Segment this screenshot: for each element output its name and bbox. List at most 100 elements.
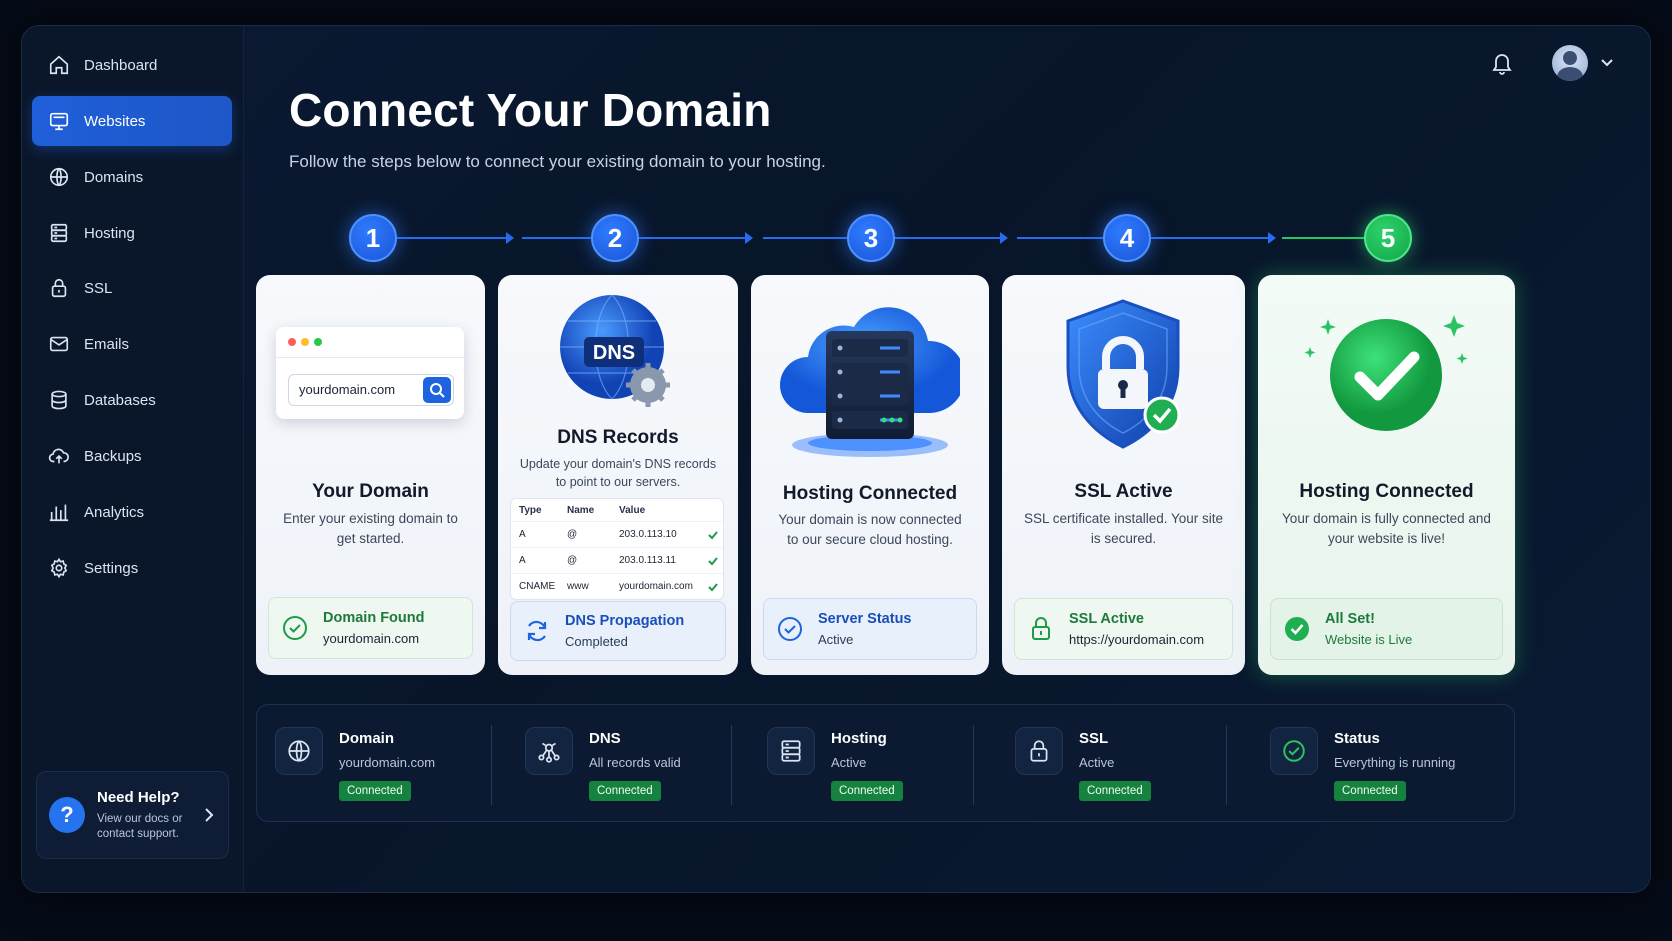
sidebar-item-ssl[interactable]: SSL bbox=[32, 263, 232, 313]
status-title: All Set! bbox=[1325, 611, 1375, 627]
sidebar-item-analytics[interactable]: Analytics bbox=[32, 487, 232, 537]
check-circle-icon bbox=[778, 617, 802, 641]
help-subtitle: View our docs or contact support. bbox=[97, 812, 183, 840]
help-title: Need Help? bbox=[97, 788, 180, 806]
database-icon bbox=[51, 390, 67, 410]
server-icon bbox=[50, 223, 68, 243]
sidebar-item-label: Backups bbox=[84, 447, 142, 465]
table-header: Type Name Value bbox=[519, 504, 646, 516]
summary-subtitle: Active bbox=[1079, 755, 1115, 770]
step-1[interactable]: 1 bbox=[349, 214, 397, 262]
sidebar-item-databases[interactable]: Databases bbox=[32, 375, 232, 425]
success-check-icon bbox=[1304, 315, 1468, 431]
step-3[interactable]: 3 bbox=[847, 214, 895, 262]
sidebar: Dashboard Websites Domains Hosting SSL E… bbox=[22, 26, 244, 892]
live-status: All Set! Website is Live bbox=[1270, 598, 1503, 660]
shield-lock-icon bbox=[1066, 299, 1181, 449]
sidebar-item-settings[interactable]: Settings bbox=[32, 543, 232, 593]
summary-item-domain: Domain yourdomain.com Connected bbox=[257, 705, 492, 821]
table-row: A @ 203.0.113.10 bbox=[511, 521, 723, 547]
search-icon bbox=[430, 383, 445, 398]
step-connector bbox=[895, 237, 1001, 239]
dns-status: DNS Propagation Completed bbox=[510, 601, 726, 661]
sidebar-item-domains[interactable]: Domains bbox=[32, 152, 232, 202]
card-description: Update your domain's DNS records to poin… bbox=[519, 457, 717, 489]
arrow-icon bbox=[506, 232, 514, 244]
lock-icon bbox=[1032, 617, 1050, 640]
card-title: SSL Active bbox=[1074, 481, 1173, 502]
summary-item-hosting: Hosting Active Connected bbox=[749, 705, 974, 821]
card-title: Hosting Connected bbox=[782, 483, 958, 504]
hosting-card: Hosting Connected Your domain is now con… bbox=[751, 275, 989, 675]
status-badge: Connected bbox=[1079, 781, 1151, 801]
bell-icon[interactable] bbox=[1490, 50, 1514, 76]
status-subtitle[interactable]: https://yourdomain.com bbox=[1069, 632, 1204, 647]
summary-title: DNS bbox=[589, 730, 621, 747]
step-connector bbox=[522, 237, 592, 239]
bar-chart-icon bbox=[49, 504, 69, 522]
app-window: Dashboard Websites Domains Hosting SSL E… bbox=[21, 25, 1651, 893]
refresh-icon bbox=[527, 620, 547, 642]
monitor-icon bbox=[49, 112, 69, 131]
domain-status: Domain Found yourdomain.com bbox=[268, 597, 473, 659]
status-subtitle: Completed bbox=[565, 634, 628, 649]
sidebar-item-backups[interactable]: Backups bbox=[32, 431, 232, 481]
sidebar-item-emails[interactable]: Emails bbox=[32, 319, 232, 369]
table-row: CNAME www yourdomain.com bbox=[511, 573, 723, 599]
step-5[interactable]: 5 bbox=[1364, 214, 1412, 262]
summary-subtitle: All records valid bbox=[589, 755, 681, 770]
status-title: Server Status bbox=[818, 611, 912, 627]
step-connector bbox=[639, 237, 746, 239]
table-row: A @ 203.0.113.11 bbox=[511, 547, 723, 573]
home-icon bbox=[49, 55, 69, 75]
card-title: Hosting Connected bbox=[1299, 481, 1474, 502]
step-4[interactable]: 4 bbox=[1103, 214, 1151, 262]
status-badge: Connected bbox=[831, 781, 903, 801]
domain-card: yourdomain.com Your Domain Enter your ex… bbox=[256, 275, 485, 675]
help-card[interactable]: ? Need Help? View our docs or contact su… bbox=[36, 771, 229, 859]
avatar[interactable] bbox=[1552, 45, 1588, 81]
lock-icon bbox=[51, 278, 67, 298]
server-status: Server Status Active bbox=[763, 598, 977, 660]
server-icon bbox=[781, 740, 801, 762]
step-connector bbox=[1282, 237, 1364, 239]
sidebar-item-label: Domains bbox=[84, 168, 144, 186]
cloud-server-icon bbox=[780, 307, 960, 457]
search-button[interactable] bbox=[423, 377, 451, 403]
sidebar-item-label: Databases bbox=[84, 391, 156, 409]
summary-subtitle: Everything is running bbox=[1334, 755, 1456, 770]
status-subtitle: yourdomain.com bbox=[323, 631, 420, 646]
mail-icon bbox=[49, 336, 69, 352]
summary-title: Domain bbox=[339, 730, 395, 747]
arrow-icon bbox=[1268, 232, 1276, 244]
sidebar-item-label: Hosting bbox=[84, 224, 135, 242]
chevron-down-icon[interactable] bbox=[1600, 58, 1614, 68]
summary-title: Status bbox=[1334, 730, 1380, 747]
status-subtitle: Website is Live bbox=[1325, 632, 1413, 647]
sidebar-item-websites[interactable]: Websites bbox=[32, 96, 232, 146]
status-badge: Connected bbox=[589, 781, 661, 801]
check-circle-icon bbox=[283, 616, 307, 640]
page-title: Connect Your Domain bbox=[289, 84, 772, 136]
domain-input[interactable]: yourdomain.com bbox=[288, 374, 454, 406]
sidebar-item-hosting[interactable]: Hosting bbox=[32, 208, 232, 258]
ssl-status: SSL Active https://yourdomain.com bbox=[1014, 598, 1233, 660]
card-description: SSL certificate installed. Your site is … bbox=[1023, 511, 1224, 546]
step-2[interactable]: 2 bbox=[591, 214, 639, 262]
arrow-icon bbox=[1000, 232, 1008, 244]
card-description: Enter your existing domain to get starte… bbox=[283, 511, 458, 546]
arrow-icon bbox=[745, 232, 753, 244]
sidebar-item-label: SSL bbox=[84, 279, 113, 297]
card-description: Your domain is fully connected and your … bbox=[1282, 511, 1491, 546]
sidebar-item-dashboard[interactable]: Dashboard bbox=[32, 40, 232, 90]
lock-icon bbox=[1030, 740, 1048, 762]
check-icon bbox=[708, 557, 718, 566]
status-title: DNS Propagation bbox=[565, 613, 685, 629]
sidebar-item-label: Websites bbox=[84, 112, 146, 130]
status-badge: Connected bbox=[339, 781, 411, 801]
summary-subtitle: Active bbox=[831, 755, 867, 770]
card-description: Your domain is now connected to our secu… bbox=[778, 512, 962, 547]
summary-title: Hosting bbox=[831, 730, 887, 747]
step-connector bbox=[1151, 237, 1269, 239]
check-icon bbox=[708, 531, 718, 540]
